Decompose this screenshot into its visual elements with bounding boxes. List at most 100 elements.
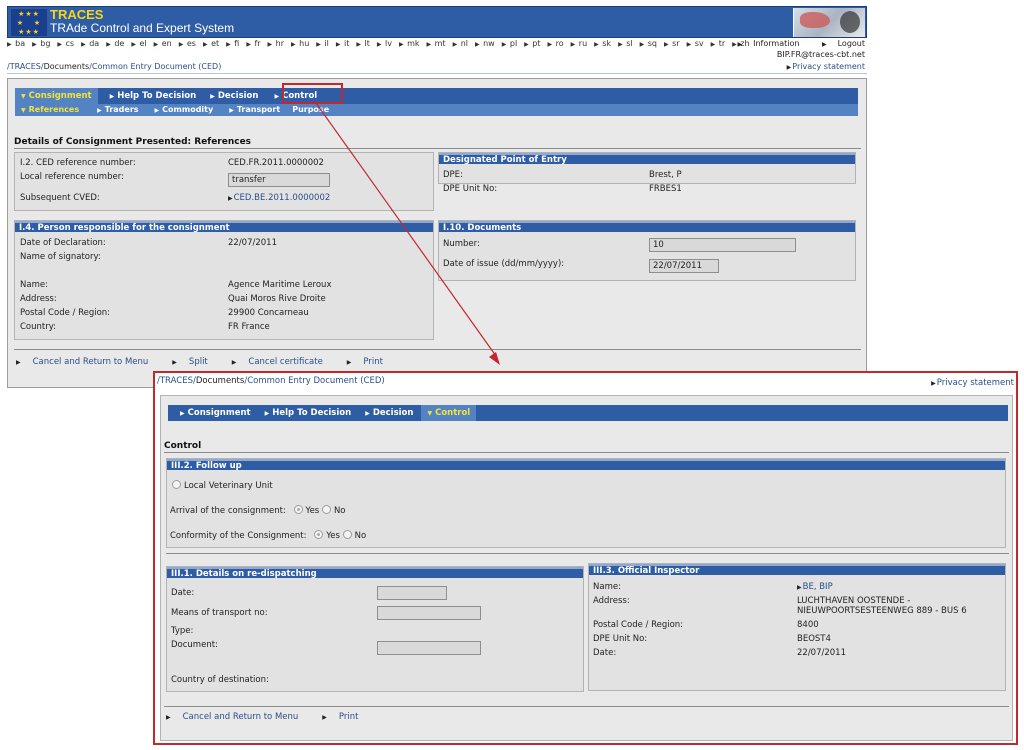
language-link-ru[interactable]: ▶ ru [571,39,591,48]
redispatch-date-label: Date: [171,588,195,598]
divider [166,553,1009,554]
language-link-nl[interactable]: ▶ nl [453,39,472,48]
redispatch-date-field[interactable] [377,586,447,600]
arrival-no-radio[interactable]: No [321,505,346,516]
local-vet-option[interactable]: Local Veterinary Unit [172,480,273,491]
subsequent-cved-label: Subsequent CVED: [20,193,100,203]
tab-consignment[interactable]: ▼ Consignment [15,88,98,104]
redispatch-box: III.1. Details on re-dispatching Date: M… [166,566,584,692]
language-link-it[interactable]: ▶ it [336,39,353,48]
tab-decision[interactable]: ▶ Decision [204,88,264,104]
tab-control[interactable]: ▼ Control [421,405,477,421]
breadcrumb-documents[interactable]: Documents [44,62,90,71]
subsequent-cved-link[interactable]: ▶CED.BE.2011.0000002 [228,193,330,203]
conformity-no-radio[interactable]: No [342,530,366,541]
local-ref-field[interactable]: transfer [228,173,330,187]
control-tab-highlight [282,83,343,104]
app-subtitle: TRAde Control and Expert System [50,21,235,35]
language-link-et[interactable]: ▶ et [203,39,223,48]
logout-link[interactable]: ▶ Logout [812,39,865,48]
language-link-sv[interactable]: ▶ sv [687,39,708,48]
follow-up-title: III.2. Follow up [167,459,1005,471]
inspector-postal-value: 8400 [797,620,819,630]
language-link-pl[interactable]: ▶ pl [502,39,521,48]
language-link-da[interactable]: ▶ da [81,39,103,48]
tab-decision[interactable]: ▶ Decision [359,405,419,421]
subtab-transport[interactable]: ▶ Transport [223,104,286,116]
language-link-lt[interactable]: ▶ lt [356,39,373,48]
language-link-hu[interactable]: ▶ hu [291,39,313,48]
conformity-yes-radio[interactable]: Yes [314,530,340,541]
doc-number-field[interactable]: 10 [649,238,796,252]
divider [14,148,861,149]
document-field[interactable] [377,641,481,655]
ced-ref-label: I.2. CED reference number: [20,158,136,168]
doc-number-label: Number: [443,239,480,249]
subtab-commodity[interactable]: ▶ Commodity [149,104,220,116]
language-link-hr[interactable]: ▶ hr [268,39,288,48]
language-link-en[interactable]: ▶ en [154,39,176,48]
transport-no-label: Means of transport no: [171,608,268,618]
information-link[interactable]: ▶ Information [728,39,800,48]
tab-help-to-decision[interactable]: ▶ Help To Decision [259,405,358,421]
language-link-lv[interactable]: ▶ lv [377,39,396,48]
tab-consignment[interactable]: ▶ Consignment [174,405,257,421]
transport-no-field[interactable] [377,606,481,620]
language-link-ro[interactable]: ▶ ro [548,39,568,48]
traces-banner: ★★★ ★ ★ ★★★ TRACES TRAde Control and Exper… [7,6,867,38]
main-tabs: ▼ Consignment ▶ Help To Decision ▶ Decision ▶ C… [15,88,858,104]
language-link-es[interactable]: ▶ es [179,39,200,48]
cancel-return-link[interactable]: ▶ Cancel and Return to Menu [166,712,310,722]
inspector-name-link[interactable]: ▶BE, BIP [797,582,833,592]
main-tabs: ▶ Consignment ▶ Help To Decision ▶ Decision ▼ C… [168,405,1008,421]
split-link[interactable]: ▶ Split [172,357,219,367]
subtab-references[interactable]: ▼ References [15,104,85,116]
language-link-sq[interactable]: ▶ sq [640,39,661,48]
language-link-bg[interactable]: ▶ bg [32,39,54,48]
language-link-sk[interactable]: ▶ sk [594,39,614,48]
language-link-el[interactable]: ▶ el [131,39,150,48]
doc-date-field[interactable]: 22/07/2011 [649,259,719,273]
language-link-pt[interactable]: ▶ pt [524,39,544,48]
language-link-il[interactable]: ▶ il [316,39,332,48]
inspector-unit-value: BEOST4 [797,634,831,644]
subtab-purpose[interactable]: Purpose [286,104,335,116]
follow-up-box: III.2. Follow up Local Veterinary Unit A… [166,458,1006,548]
language-link-fr[interactable]: ▶ fr [246,39,264,48]
person-responsible-box: I.4. Person responsible for the consignm… [14,220,434,340]
language-link-sl[interactable]: ▶ sl [618,39,636,48]
app-brand: TRACES TRAde Control and Expert System [50,8,234,35]
official-inspector-box: III.3. Official Inspector Name: ▶BE, BIP… [588,563,1006,691]
destination-country-label: Country of destination: [171,675,269,685]
subtab-traders[interactable]: ▶ Traders [91,104,144,116]
breadcrumb-documents[interactable]: Documents [196,376,244,386]
language-link-nw[interactable]: ▶ nw [475,39,498,48]
language-link-sr[interactable]: ▶ sr [664,39,683,48]
print-link[interactable]: ▶ Print [347,357,395,367]
inspector-unit-label: DPE Unit No: [593,634,648,644]
tab-help-to-decision[interactable]: ▶ Help To Decision [104,88,203,104]
privacy-statement-link[interactable]: ▶Privacy statement [931,378,1014,388]
language-bar: ▶ ba ▶ bg ▶ cs ▶ da ▶ de ▶ el ▶ en ▶ es ▶ et ▶ fi ▶ fr ▶ hr ▶ hu ▶… [7,39,867,51]
ced-panel: ▼ Consignment ▶ Help To Decision ▶ Decision ▶ C… [7,78,867,388]
arrival-yes-radio[interactable]: Yes [293,505,319,516]
arrival-row: Arrival of the consignment: Yes No [170,505,346,516]
breadcrumb-traces[interactable]: /TRACES/ [157,376,196,386]
language-link-mk[interactable]: ▶ mk [399,39,423,48]
dpe-value: Brest, P [649,170,682,180]
breadcrumb-ced[interactable]: /Common Entry Document (CED) [244,376,384,386]
breadcrumb-traces[interactable]: /TRACES/ [7,62,44,71]
print-link[interactable]: ▶ Print [322,712,370,722]
language-link-fi[interactable]: ▶ fi [226,39,243,48]
official-inspector-title: III.3. Official Inspector [589,564,1005,576]
cancel-return-link[interactable]: ▶ Cancel and Return to Menu [16,357,160,367]
breadcrumb-ced[interactable]: /Common Entry Document (CED) [89,62,221,71]
language-link-de[interactable]: ▶ de [106,39,128,48]
conformity-label: Conformity of the Consignment: [170,531,307,541]
cancel-certificate-link[interactable]: ▶ Cancel certificate [232,357,335,367]
language-link-cs[interactable]: ▶ cs [57,39,77,48]
privacy-statement-link[interactable]: ▶Privacy statement [787,62,865,71]
inspector-date-value: 22/07/2011 [797,648,846,658]
language-link-ba[interactable]: ▶ ba [7,39,29,48]
language-link-mt[interactable]: ▶ mt [427,39,450,48]
